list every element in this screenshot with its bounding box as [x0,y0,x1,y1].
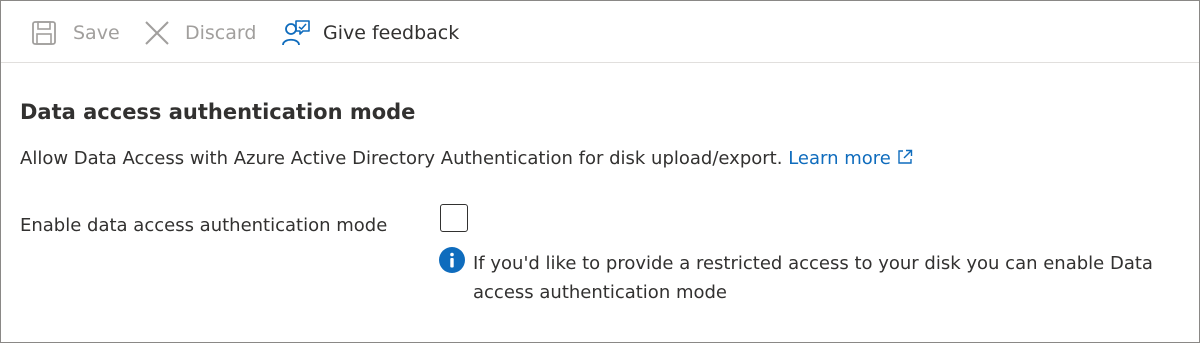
discard-button[interactable]: Discard [143,15,256,51]
command-bar: Save Discard Give feedback [1,1,1199,63]
feedback-icon [281,18,311,48]
feedback-label: Give feedback [323,22,460,44]
section-title: Data access authentication mode [20,100,416,124]
external-link-icon [897,149,913,170]
description-text: Allow Data Access with Azure Active Dire… [20,148,783,169]
learn-more-link[interactable]: Learn more [788,148,913,169]
close-icon [143,18,173,48]
save-icon [31,18,61,48]
give-feedback-button[interactable]: Give feedback [281,15,459,51]
enable-auth-checkbox[interactable] [440,204,468,232]
enable-auth-label: Enable data access authentication mode [20,215,388,236]
info-text: If you'd like to provide a restricted ac… [473,253,1153,303]
settings-panel: Save Discard Give feedback Data access a… [0,0,1200,343]
save-button[interactable]: Save [31,15,120,51]
discard-label: Discard [185,22,257,44]
info-icon [439,247,465,273]
section-description: Allow Data Access with Azure Active Dire… [20,148,913,170]
learn-more-label: Learn more [788,148,891,169]
save-label: Save [73,22,120,44]
